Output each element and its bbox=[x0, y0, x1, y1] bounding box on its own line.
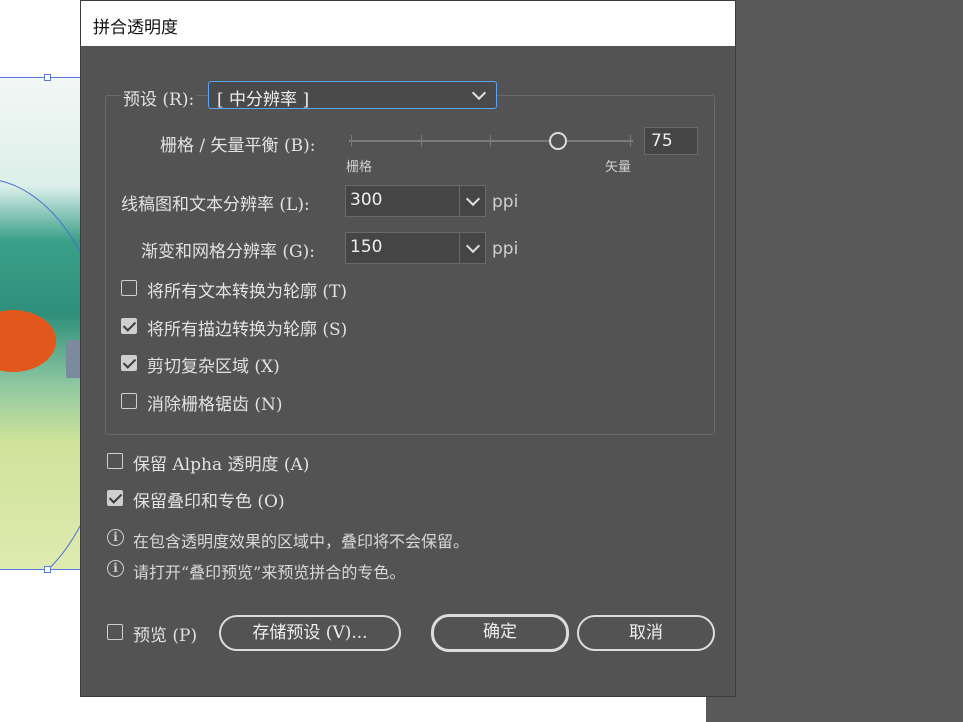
chevron-down-icon[interactable] bbox=[465, 191, 481, 207]
flatten-transparency-dialog: 拼合透明度 预设 (R): [ 中分辨率 ] 栅格 / 矢量平衡 (B): 栅格… bbox=[80, 0, 736, 697]
balance-value-input[interactable]: 75 bbox=[644, 127, 698, 155]
preserve-overprint-checkbox[interactable] bbox=[107, 490, 123, 506]
slider-tick bbox=[490, 135, 491, 147]
preset-select[interactable]: [ 中分辨率 ] bbox=[208, 81, 497, 110]
artwork-illustration bbox=[0, 78, 82, 570]
convert-text-outlines-checkbox[interactable] bbox=[121, 280, 137, 296]
clip-complex-regions-label: 剪切复杂区域 (X) bbox=[147, 357, 280, 377]
line-art-resolution-value: 300 bbox=[350, 190, 383, 210]
slider-tick bbox=[630, 135, 631, 147]
convert-strokes-outlines-label: 将所有描边转换为轮廓 (S) bbox=[147, 320, 348, 340]
save-preset-button[interactable]: 存储预设 (V)... bbox=[219, 615, 401, 651]
gradient-resolution-combo[interactable]: 150 bbox=[345, 232, 486, 264]
dialog-titlebar[interactable]: 拼合透明度 bbox=[81, 1, 735, 46]
ok-button[interactable]: 确定 bbox=[431, 614, 569, 652]
line-art-resolution-label: 线稿图和文本分辨率 (L): bbox=[121, 195, 310, 215]
anti-alias-rasters-label: 消除栅格锯齿 (N) bbox=[147, 395, 283, 415]
selection-handle[interactable] bbox=[44, 566, 51, 573]
info-text-preview: 请打开“叠印预览”来预览拼合的专色。 bbox=[133, 563, 406, 582]
cancel-button[interactable]: 取消 bbox=[577, 615, 715, 651]
clip-complex-regions-checkbox[interactable] bbox=[121, 355, 137, 371]
preview-checkbox[interactable] bbox=[107, 624, 123, 640]
gradient-resolution-value: 150 bbox=[350, 237, 383, 257]
combo-divider bbox=[459, 233, 460, 263]
selection-edge-bottom bbox=[0, 569, 82, 570]
selection-handle[interactable] bbox=[44, 74, 51, 81]
chevron-down-icon[interactable] bbox=[465, 238, 481, 254]
slider-tick bbox=[351, 135, 352, 147]
balance-min-label: 栅格 bbox=[346, 160, 373, 175]
selection-edge-top bbox=[0, 77, 82, 78]
chevron-down-icon bbox=[471, 85, 487, 101]
line-art-resolution-combo[interactable]: 300 bbox=[345, 185, 486, 217]
info-icon: i bbox=[107, 529, 124, 546]
convert-text-outlines-label: 将所有文本转换为轮廓 (T) bbox=[147, 282, 348, 302]
balance-value: 75 bbox=[651, 131, 673, 151]
preset-label: 预设 (R): bbox=[121, 85, 197, 110]
preserve-alpha-label: 保留 Alpha 透明度 (A) bbox=[133, 455, 310, 475]
combo-divider bbox=[459, 186, 460, 216]
balance-slider-thumb[interactable] bbox=[549, 132, 567, 150]
convert-strokes-outlines-checkbox[interactable] bbox=[121, 318, 137, 334]
preserve-overprint-label: 保留叠印和专色 (O) bbox=[133, 492, 285, 512]
gradient-resolution-unit: ppi bbox=[492, 239, 519, 259]
balance-slider-track[interactable] bbox=[349, 140, 633, 142]
balance-label: 栅格 / 矢量平衡 (B): bbox=[160, 136, 316, 156]
info-text-overprint: 在包含透明度效果的区域中，叠印将不会保留。 bbox=[133, 532, 470, 551]
dialog-title: 拼合透明度 bbox=[93, 18, 178, 38]
slider-tick bbox=[421, 135, 422, 147]
preset-value: [ 中分辨率 ] bbox=[217, 90, 310, 110]
balance-max-label: 矢量 bbox=[605, 160, 632, 175]
anti-alias-rasters-checkbox[interactable] bbox=[121, 393, 137, 409]
preserve-alpha-checkbox[interactable] bbox=[107, 453, 123, 469]
info-icon: i bbox=[107, 560, 124, 577]
line-art-resolution-unit: ppi bbox=[492, 192, 519, 212]
preview-label: 预览 (P) bbox=[133, 626, 198, 646]
gradient-resolution-label: 渐变和网格分辨率 (G): bbox=[141, 242, 315, 262]
